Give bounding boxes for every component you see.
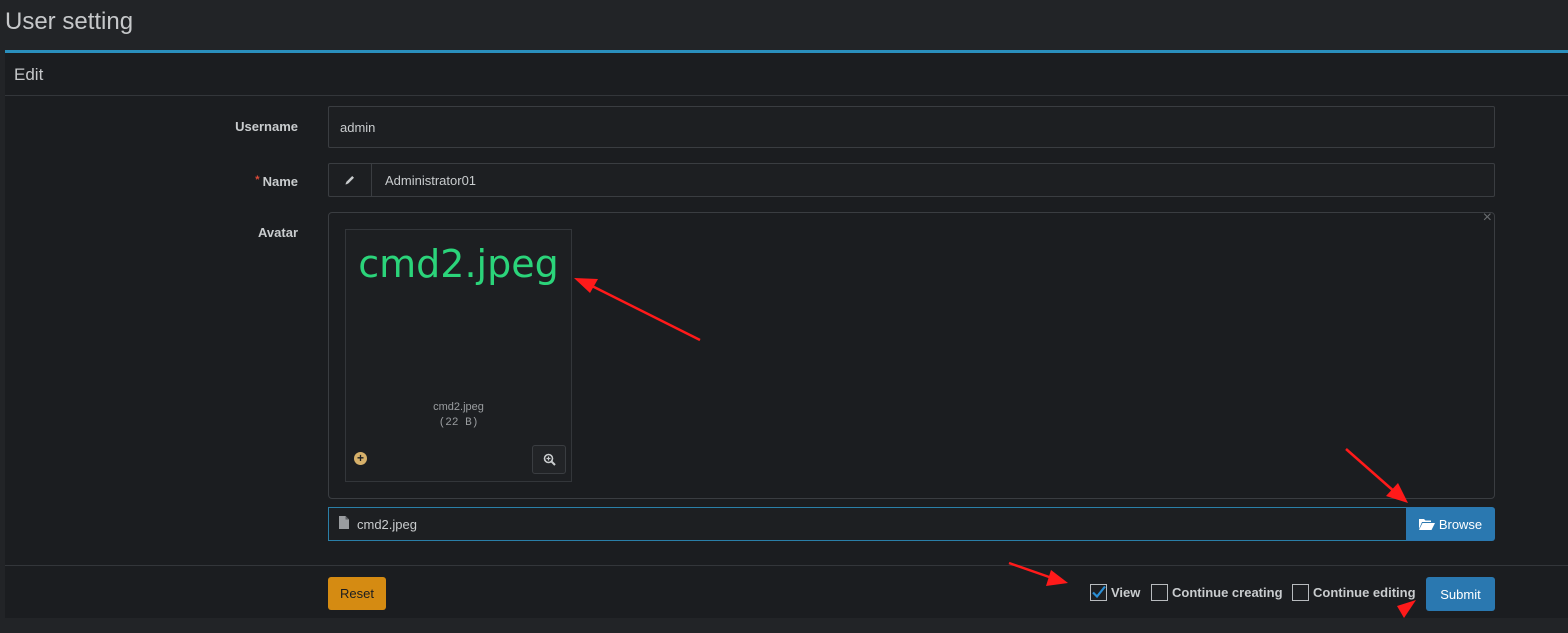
page-title: User setting: [5, 8, 134, 35]
continue-editing-box[interactable]: [1292, 584, 1309, 601]
close-icon[interactable]: ×: [1483, 209, 1492, 227]
pencil-icon: [329, 164, 372, 196]
avatar-thumbnail: cmd2.jpeg cmd2.jpeg (22 B) +: [345, 229, 572, 482]
name-label: * Name: [255, 174, 298, 189]
continue-editing-label: Continue editing: [1313, 585, 1416, 600]
continue-editing-checkbox[interactable]: Continue editing: [1292, 584, 1416, 601]
avatar-upload-zone[interactable]: × cmd2.jpeg cmd2.jpeg (22 B) +: [328, 209, 1495, 499]
view-checkbox[interactable]: View: [1090, 584, 1140, 601]
avatar-file-size: (22 B): [438, 417, 479, 429]
reset-button[interactable]: Reset: [328, 577, 386, 610]
avatar-preview-text: cmd2.jpeg: [358, 242, 559, 286]
name-field[interactable]: Administrator01: [385, 173, 476, 188]
edit-panel: Edit Username admin * Name Administrator0…: [5, 50, 1568, 618]
folder-open-icon: [1418, 519, 1435, 530]
avatar-file-caption: cmd2.jpeg: [433, 401, 484, 413]
panel-title: Edit: [14, 65, 44, 84]
file-icon: [339, 516, 349, 532]
avatar-label: Avatar: [258, 225, 298, 240]
checkmark-icon: [1092, 585, 1106, 599]
file-name-text: cmd2.jpeg: [357, 517, 417, 532]
name-input-group[interactable]: Administrator01: [328, 163, 1495, 197]
zoom-button[interactable]: [532, 445, 566, 474]
browse-button[interactable]: Browse: [1406, 507, 1495, 541]
required-mark: *: [255, 174, 260, 186]
footer-divider: [5, 565, 1568, 566]
submit-button[interactable]: Submit: [1426, 577, 1495, 611]
browse-label: Browse: [1438, 516, 1483, 532]
continue-creating-checkbox[interactable]: Continue creating: [1151, 584, 1283, 601]
continue-creating-label: Continue creating: [1172, 585, 1283, 600]
zoom-in-icon: [543, 453, 556, 466]
plus-circle-icon[interactable]: +: [354, 452, 367, 465]
file-name-field[interactable]: cmd2.jpeg: [328, 507, 1407, 541]
view-label: View: [1111, 585, 1141, 600]
panel-header: Edit: [5, 53, 1568, 96]
continue-creating-box[interactable]: [1151, 584, 1168, 601]
username-value: admin: [340, 120, 376, 135]
username-label: Username: [235, 119, 298, 134]
username-input[interactable]: admin: [328, 106, 1495, 148]
view-checkbox-box[interactable]: [1090, 584, 1107, 601]
avatar-file-input[interactable]: cmd2.jpeg Browse: [328, 507, 1495, 541]
